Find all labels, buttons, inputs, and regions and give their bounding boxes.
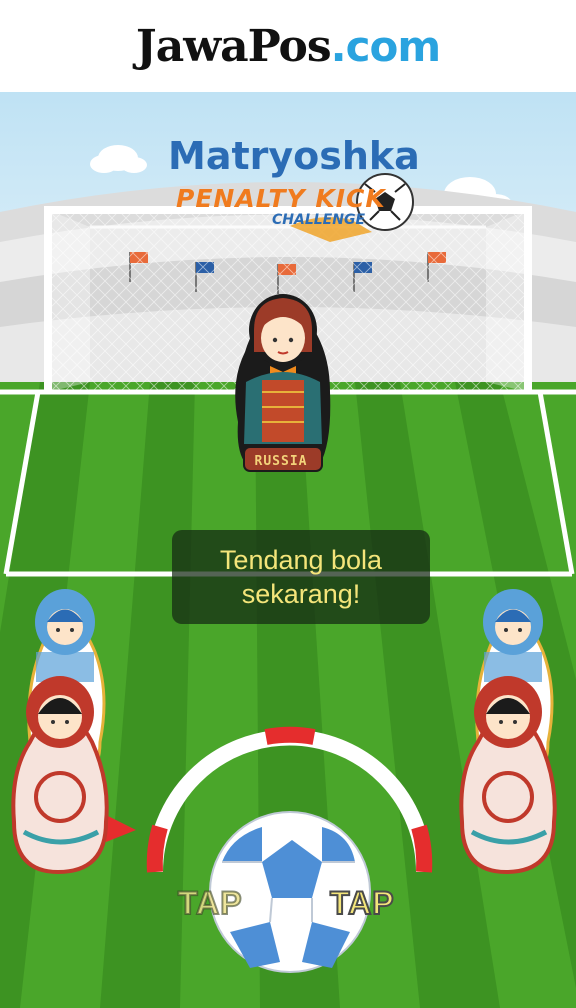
matryoshka-doll-icon bbox=[11, 676, 109, 875]
game-canvas[interactable]: Matryoshka PENALTY KICK CHALLENGE RUSSIA… bbox=[0, 92, 576, 1008]
instruction-message: Tendang bola sekarang! bbox=[172, 530, 430, 624]
instruction-text: Tendang bola sekarang! bbox=[219, 545, 383, 609]
game-title: Matryoshka PENALTY KICK CHALLENGE bbox=[150, 132, 430, 262]
tap-right-button[interactable]: TAP bbox=[329, 884, 395, 922]
goalkeeper-label: RUSSIA bbox=[254, 454, 308, 469]
title-penalty-kick: PENALTY KICK bbox=[176, 184, 386, 213]
jawapos-logo[interactable]: JawaPos.com bbox=[136, 21, 441, 72]
title-challenge: CHALLENGE bbox=[272, 212, 366, 228]
title-main: Matryoshka bbox=[168, 134, 420, 178]
matryoshka-doll-icon bbox=[459, 676, 557, 875]
site-header: JawaPos.com bbox=[0, 0, 576, 92]
tap-left-button[interactable]: TAP bbox=[177, 884, 243, 922]
